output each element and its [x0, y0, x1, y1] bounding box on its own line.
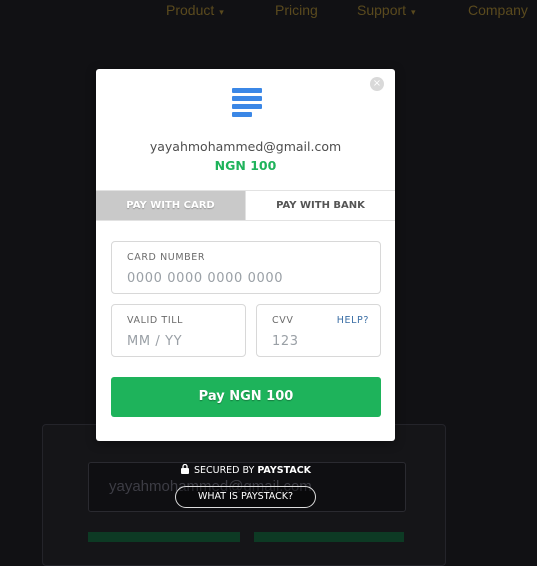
lock-icon: [180, 464, 189, 474]
cvv-input[interactable]: [272, 334, 367, 349]
close-icon[interactable]: ×: [370, 77, 384, 91]
cvv-help-link[interactable]: HELP?: [337, 315, 369, 326]
paystack-brand: PAYSTACK: [257, 465, 312, 476]
nav-support[interactable]: Support ▾: [357, 2, 416, 18]
nav-product[interactable]: Product ▾: [166, 2, 224, 18]
chevron-down-icon: ▾: [219, 7, 224, 17]
valid-till-label: VALID TILL: [127, 315, 184, 326]
payment-modal: × yayahmohammed@gmail.com NGN 100 PAY WI…: [96, 69, 395, 441]
payment-method-tabs: PAY WITH CARD PAY WITH BANK: [96, 190, 395, 221]
background-button: [88, 532, 240, 542]
payment-amount: NGN 100: [214, 158, 277, 173]
pay-button[interactable]: Pay NGN 100: [111, 377, 381, 417]
valid-till-field[interactable]: VALID TILL: [111, 304, 246, 357]
top-navigation: Product ▾ Pricing Support ▾ Company: [0, 0, 537, 24]
card-number-label: CARD NUMBER: [127, 252, 206, 263]
secured-by-label: SECURED BY: [193, 465, 255, 476]
background-button: [254, 532, 404, 542]
card-number-input[interactable]: [127, 271, 327, 286]
nav-pricing[interactable]: Pricing: [275, 2, 318, 18]
tab-pay-with-card[interactable]: PAY WITH CARD: [96, 191, 245, 220]
chevron-down-icon: ▾: [411, 7, 416, 17]
cvv-field[interactable]: CVV HELP?: [256, 304, 381, 357]
secured-by-paystack: SECURED BY PAYSTACK: [0, 464, 492, 476]
customer-email: yayahmohammed@gmail.com: [149, 139, 342, 154]
card-number-field[interactable]: CARD NUMBER: [111, 241, 381, 294]
merchant-logo: [232, 88, 262, 117]
tab-pay-with-bank[interactable]: PAY WITH BANK: [245, 191, 395, 220]
what-is-paystack-button[interactable]: WHAT IS PAYSTACK?: [175, 486, 316, 508]
nav-company[interactable]: Company: [468, 2, 528, 18]
cvv-label: CVV: [272, 315, 294, 326]
valid-till-input[interactable]: [127, 334, 237, 349]
